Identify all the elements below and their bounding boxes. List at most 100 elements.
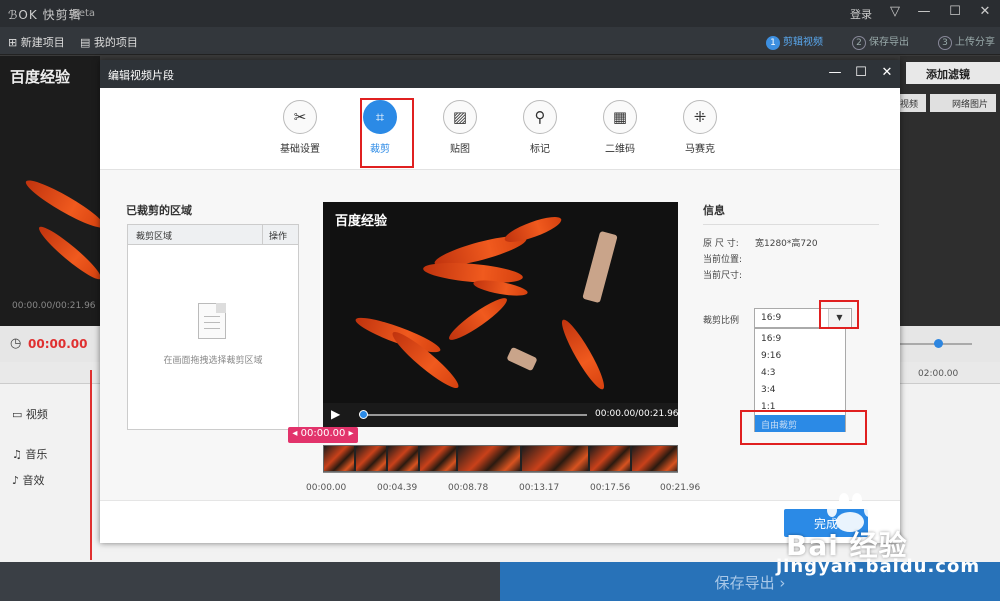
step-export[interactable]: 2 保存导出 [852,33,909,50]
empty-hint: 在画面拖拽选择裁剪区域 [163,356,263,366]
qrcode-icon: ▦ [603,100,637,134]
track-label: 音效 [22,474,45,487]
new-project-button[interactable]: ⊞ 新建项目 [8,34,65,50]
track-sfx: ♪ 音效 [12,474,45,487]
ratio-option[interactable]: 16:9 [755,331,845,348]
tab-label: 标记 [530,144,550,155]
tick-label: 00:08.78 [448,483,489,493]
app-logo: ℬOK 快剪辑 [8,8,82,22]
play-icon[interactable]: ▶ [331,407,340,421]
tab-label: 基础设置 [280,144,320,155]
tab-sticker[interactable]: ▨ 贴图 [430,100,490,155]
tick-label: 00:04.39 [377,483,418,493]
preview-time: 00:00.00/00:21.96 [12,301,96,311]
highlight-box-crop-tab [360,98,414,168]
my-projects-button[interactable]: ▤ 我的项目 [80,34,138,50]
preview-title: 百度经验 [10,68,71,86]
tick-label: 00:13.17 [519,483,560,493]
step-number: 2 [852,36,866,50]
step-label: 保存导出 [869,37,909,48]
maximize-icon[interactable]: ☐ [852,65,870,83]
main-toolbar: ⊞ 新建项目 ▤ 我的项目 1 剪辑视频 2 保存导出 3 上传分享 [0,27,1000,55]
baidu-watermark-url: jingyan.baidu.com [776,556,981,577]
column-header-area: 裁剪区域 [136,232,173,242]
player-controls: ▶ 00:00.00/00:21.96 [323,403,679,427]
track-label: 视频 [25,408,48,421]
tab-label: 马赛克 [685,144,715,155]
step-share[interactable]: 3 上传分享 [938,33,995,50]
minimize-icon[interactable]: — [826,65,844,83]
step-number: 3 [938,36,952,50]
current-position-label: 当前位置: [703,255,743,265]
tab-label: 贴图 [450,144,470,155]
close-icon[interactable]: ✕ [878,65,896,83]
tab-mark[interactable]: ⚲ 标记 [510,100,570,155]
beta-badge: Beta [72,8,96,19]
title-bar: ℬOK 快剪辑 Beta 登录 ▽ — ☐ ✕ [0,0,1000,27]
menu-icon[interactable]: ▽ [885,4,905,22]
tab-mosaic[interactable]: ⁜ 马赛克 [670,100,730,155]
tab-qrcode[interactable]: ▦ 二维码 [590,100,650,155]
scissors-icon: ✂ [283,100,317,134]
highlight-box-free-crop [740,410,867,445]
tab-basic[interactable]: ✂ 基础设置 [270,100,330,155]
video-button[interactable]: 视频 [900,94,926,112]
tab-label: 二维码 [605,144,635,155]
tick-label: 00:21.96 [660,483,701,493]
maximize-icon[interactable]: ☐ [945,4,965,22]
my-projects-label: 我的项目 [93,36,138,49]
time-marker[interactable]: ◂ 00:00.00 ▸ [288,427,358,443]
ratio-option[interactable]: 9:16 [755,348,845,365]
video-watermark-title: 百度经验 [335,214,388,229]
track-music: ♫ 音乐 [12,448,48,461]
current-size-label: 当前尺寸: [703,271,743,281]
mosaic-icon: ⁜ [683,100,717,134]
track-video: ▭ 视频 [12,408,48,421]
step-number: 1 [766,36,780,50]
zoom-slider-knob[interactable] [934,339,943,348]
progress-knob[interactable] [359,410,368,419]
ratio-option[interactable]: 3:4 [755,382,845,399]
dialog-tabs [100,88,900,170]
column-header-action: 操作 [262,225,298,245]
tick-label: 00:17.56 [590,483,631,493]
preview-panel [0,56,108,326]
image-icon: ▨ [443,100,477,134]
clock-icon: ◷ [10,336,22,351]
divider [703,224,879,225]
progress-bar[interactable] [361,414,587,416]
video-time: 00:00.00/00:21.96 [595,409,679,419]
marker-time: 00:00.00 [300,428,346,439]
info-title: 信息 [703,204,725,217]
video-preview[interactable]: 百度经验 [323,202,678,403]
playhead[interactable] [90,370,92,560]
new-project-label: 新建项目 [20,36,65,49]
tick-axis [323,472,678,478]
highlight-box-dropdown-arrow [819,300,859,329]
step-label: 上传分享 [955,37,995,48]
filmstrip[interactable] [323,445,678,472]
document-icon [198,303,226,339]
step-edit[interactable]: 1 剪辑视频 [766,33,823,50]
cropped-areas-title: 已裁剪的区域 [126,204,192,217]
cropped-areas-table: 裁剪区域 操作 在画面拖拽选择裁剪区域 [127,224,299,430]
add-filter-button[interactable]: 添加滤镜 [906,62,1000,84]
original-size-value: 宽1280*高720 [755,239,818,249]
ratio-option[interactable]: 4:3 [755,365,845,382]
original-size-label: 原 尺 寸: [703,239,739,249]
login-link[interactable]: 登录 [850,6,872,22]
track-label: 音乐 [25,448,48,461]
pin-icon: ⚲ [523,100,557,134]
tick-label: 00:00.00 [306,483,347,493]
table-header: 裁剪区域 操作 [128,225,298,245]
current-time: 00:00.00 [28,337,88,351]
dialog-footer [100,500,900,543]
close-icon[interactable]: ✕ [975,4,995,22]
dialog-title: 编辑视频片段 [108,69,174,82]
dialog-header: 编辑视频片段 — ☐ ✕ [100,60,900,88]
step-label: 剪辑视频 [783,37,823,48]
crop-ratio-label: 裁剪比例 [703,316,740,326]
minimize-icon[interactable]: — [914,4,934,22]
web-image-button[interactable]: 网络图片 [930,94,996,112]
edit-clip-dialog: 编辑视频片段 — ☐ ✕ ✂ 基础设置 ⌗ 裁剪 ▨ 贴图 ⚲ 标记 ▦ 二维码… [100,60,900,543]
